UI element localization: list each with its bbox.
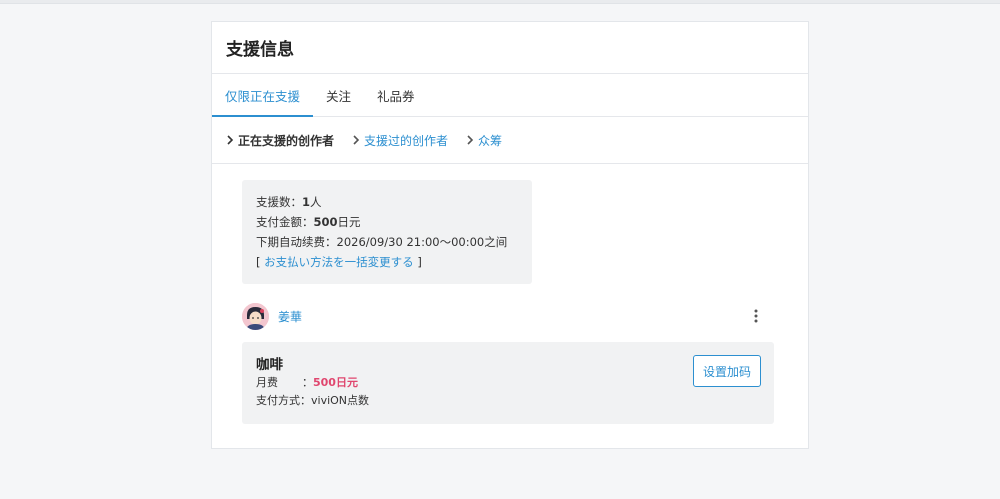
tab-supporting-only[interactable]: 仅限正在支援 xyxy=(212,74,314,117)
content-area: 支援数：1人 支付金额：500日元 下期自动续费：2026/09/30 21:0… xyxy=(212,164,808,424)
top-divider xyxy=(0,0,1000,4)
fee-value: 500日元 xyxy=(313,376,358,389)
plan-card: 咖啡 月费 ：500日元 支付方式：viviON点数 设置加码 xyxy=(242,342,774,424)
supporters-value: 1 xyxy=(302,195,311,209)
chevron-right-icon xyxy=(353,135,360,145)
sub-navigation: 正在支援的创作者 支援过的创作者 众筹 xyxy=(212,117,808,164)
subnav-label: 众筹 xyxy=(478,133,503,148)
subnav-supporting-creators[interactable]: 正在支援的创作者 xyxy=(225,132,334,149)
creator-row: 姜華 xyxy=(242,301,772,331)
page-title: 支援信息 xyxy=(226,40,294,60)
creator-avatar-icon xyxy=(242,302,269,330)
chevron-right-icon xyxy=(467,135,474,145)
tab-bar: 仅限正在支援 关注 礼品券 xyxy=(212,74,808,117)
tab-gift-tickets[interactable]: 礼品券 xyxy=(364,74,428,116)
change-payment-method-link[interactable]: お支払い方法を一括変更する xyxy=(264,255,414,269)
tab-following[interactable]: 关注 xyxy=(313,74,364,116)
set-upgrade-button[interactable]: 设置加码 xyxy=(693,355,761,387)
subnav-past-creators[interactable]: 支援过的创作者 xyxy=(351,132,448,149)
avatar[interactable] xyxy=(242,302,269,330)
support-summary: 支援数：1人 支付金额：500日元 下期自动续费：2026/09/30 21:0… xyxy=(242,180,532,284)
fee-colon: ： xyxy=(302,376,313,389)
kebab-icon[interactable] xyxy=(750,307,762,325)
bracket-open: [ xyxy=(256,255,261,269)
renewal-value: 2026/09/30 21:00～00:00之间 xyxy=(336,235,508,249)
payment-method-link-line: [ お支払い方法を一括変更する ] xyxy=(256,252,519,272)
amount-unit: 日元 xyxy=(337,215,361,229)
fee-label: 月费 xyxy=(256,376,278,389)
plan-fee-line: 月费 ：500日元 xyxy=(256,374,760,392)
creator-name-link[interactable]: 姜華 xyxy=(278,308,302,325)
payment-amount-line: 支付金额：500日元 xyxy=(256,212,519,232)
supporters-count-line: 支援数：1人 xyxy=(256,192,519,212)
card-header: 支援信息 xyxy=(212,22,808,74)
bracket-close: ] xyxy=(417,255,422,269)
subnav-crowdfunding[interactable]: 众筹 xyxy=(465,132,502,149)
subnav-label: 支援过的创作者 xyxy=(364,133,449,148)
tab-label: 关注 xyxy=(326,88,352,104)
renewal-label: 下期自动续费： xyxy=(256,235,337,249)
chevron-right-icon xyxy=(227,135,234,145)
plan-name: 咖啡 xyxy=(256,357,283,373)
plan-method-line: 支付方式：viviON点数 xyxy=(256,392,760,410)
tab-label: 仅限正在支援 xyxy=(225,88,301,104)
renewal-line: 下期自动续费：2026/09/30 21:00～00:00之间 xyxy=(256,232,519,252)
support-info-card: 支援信息 仅限正在支援 关注 礼品券 正在支援的创作者 支援过的创作者 众筹 支… xyxy=(211,21,809,449)
subnav-label: 正在支援的创作者 xyxy=(238,133,335,148)
amount-label: 支付金额： xyxy=(256,215,314,229)
method-value: viviON点数 xyxy=(311,394,370,407)
method-label: 支付方式： xyxy=(256,394,311,407)
amount-value: 500 xyxy=(313,215,338,229)
supporters-unit: 人 xyxy=(310,195,322,209)
supporters-label: 支援数： xyxy=(256,195,302,209)
tab-label: 礼品券 xyxy=(377,88,415,104)
